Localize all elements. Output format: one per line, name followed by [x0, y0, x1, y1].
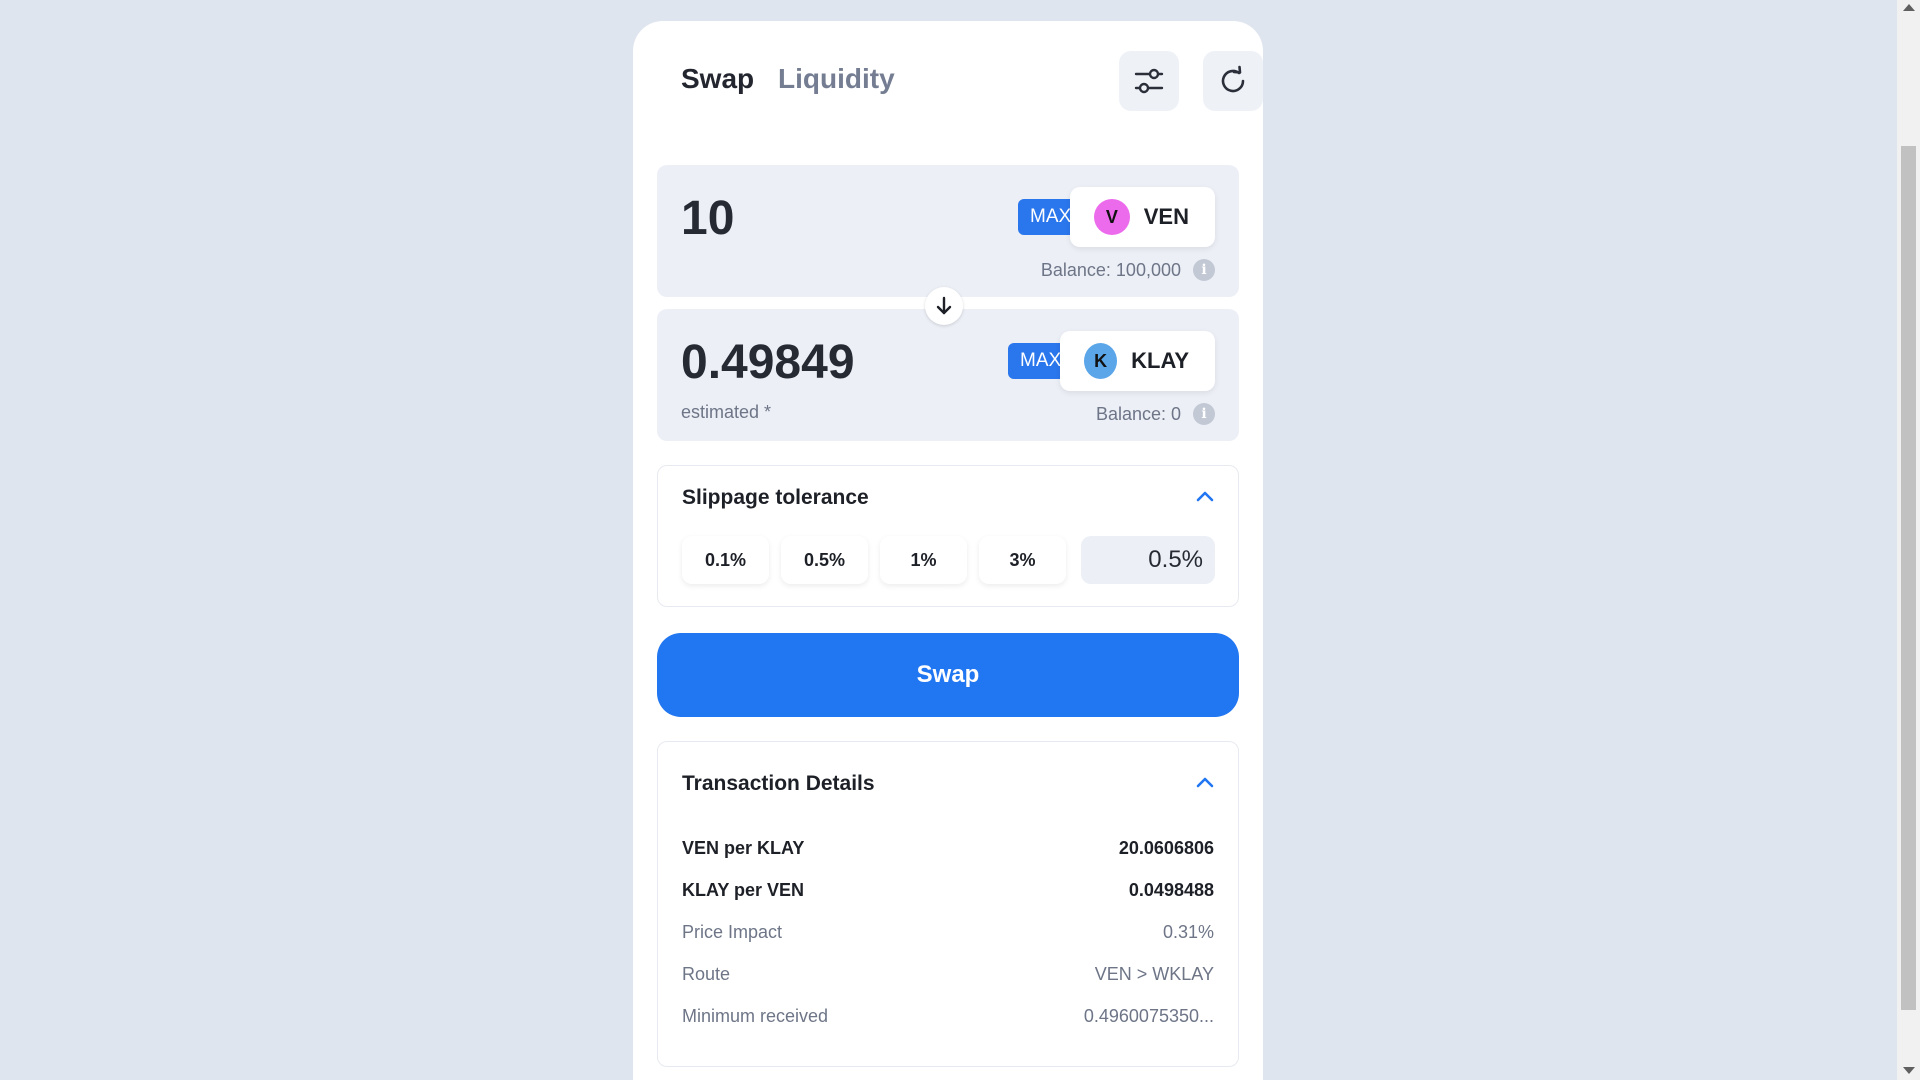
- slippage-title: Slippage tolerance: [682, 486, 869, 509]
- tab-swap[interactable]: Swap: [681, 63, 754, 95]
- slippage-option-0-1[interactable]: 0.1%: [682, 536, 769, 584]
- estimated-label: estimated *: [681, 402, 772, 422]
- detail-row: Minimum received 0.4960075350...: [682, 1004, 1214, 1028]
- refresh-icon: [1221, 65, 1245, 93]
- slippage-option-1[interactable]: 1%: [880, 536, 967, 584]
- detail-row: VEN per KLAY 20.0606806: [682, 836, 1214, 860]
- detail-row: KLAY per VEN 0.0498488: [682, 878, 1214, 902]
- to-token-selector[interactable]: K KLAY: [1060, 331, 1215, 391]
- switch-tokens-button[interactable]: [925, 287, 963, 325]
- detail-value: VEN > WKLAY: [1094, 963, 1214, 984]
- scroll-thumb[interactable]: [1901, 146, 1916, 1010]
- detail-row: Price Impact 0.31%: [682, 920, 1214, 944]
- from-amount-input[interactable]: 10: [681, 191, 734, 246]
- arrow-down-icon: [936, 296, 952, 315]
- chevron-up-icon[interactable]: [1196, 776, 1214, 788]
- slippage-option-0-5[interactable]: 0.5%: [781, 536, 868, 584]
- refresh-button[interactable]: [1203, 51, 1263, 111]
- transaction-details: Transaction Details VEN per KLAY 20.0606…: [657, 741, 1239, 1067]
- swap-card: Swap Liquidity 10 MAX V VEN Balance: 100…: [633, 21, 1263, 1080]
- detail-value: 0.31%: [1162, 921, 1214, 942]
- slippage-options: 0.1% 0.5% 1% 3%: [682, 536, 1066, 584]
- detail-label: Route: [682, 963, 731, 984]
- from-balance: Balance: 100,000 i: [1041, 259, 1215, 281]
- details-title: Transaction Details: [682, 772, 875, 795]
- from-panel: 10 MAX V VEN Balance: 100,000 i: [657, 165, 1239, 297]
- scroll-down-arrow-icon[interactable]: [1903, 1067, 1915, 1074]
- to-panel: 0.49849 MAX K KLAY estimated * Balance: …: [657, 309, 1239, 441]
- tab-liquidity[interactable]: Liquidity: [778, 63, 895, 95]
- detail-label: Minimum received: [682, 1005, 829, 1026]
- to-token-symbol: KLAY: [1131, 348, 1189, 373]
- card-header: Swap Liquidity: [657, 21, 1263, 161]
- slippage-input[interactable]: [1081, 536, 1215, 584]
- detail-value: 0.4960075350...: [1083, 1005, 1214, 1026]
- detail-value: 0.0498488: [1128, 879, 1214, 900]
- from-balance-text: Balance: 100,000: [1040, 259, 1181, 280]
- page-scrollbar[interactable]: [1897, 0, 1920, 1080]
- info-icon[interactable]: i: [1193, 259, 1215, 281]
- swap-button[interactable]: Swap: [657, 633, 1239, 717]
- slippage-option-3[interactable]: 3%: [979, 536, 1066, 584]
- slippage-section: Slippage tolerance 0.1% 0.5% 1% 3%: [657, 465, 1239, 607]
- settings-button[interactable]: [1119, 51, 1179, 111]
- to-amount-input[interactable]: 0.49849: [681, 335, 855, 390]
- to-balance-text: Balance: 0: [1095, 403, 1181, 424]
- detail-label: VEN per KLAY: [682, 837, 805, 858]
- sliders-icon: [1134, 68, 1164, 94]
- detail-row: Route VEN > WKLAY: [682, 962, 1214, 986]
- to-balance: Balance: 0 i: [1096, 403, 1215, 425]
- info-icon[interactable]: i: [1193, 403, 1215, 425]
- detail-value: 20.0606806: [1118, 837, 1214, 858]
- from-token-selector[interactable]: V VEN: [1070, 187, 1215, 247]
- scroll-up-arrow-icon[interactable]: [1903, 4, 1915, 11]
- detail-label: KLAY per VEN: [682, 879, 805, 900]
- klay-token-icon: K: [1084, 343, 1118, 379]
- chevron-up-icon[interactable]: [1196, 490, 1214, 502]
- from-token-symbol: VEN: [1143, 204, 1189, 229]
- detail-label: Price Impact: [682, 921, 783, 942]
- ven-token-icon: V: [1094, 199, 1130, 235]
